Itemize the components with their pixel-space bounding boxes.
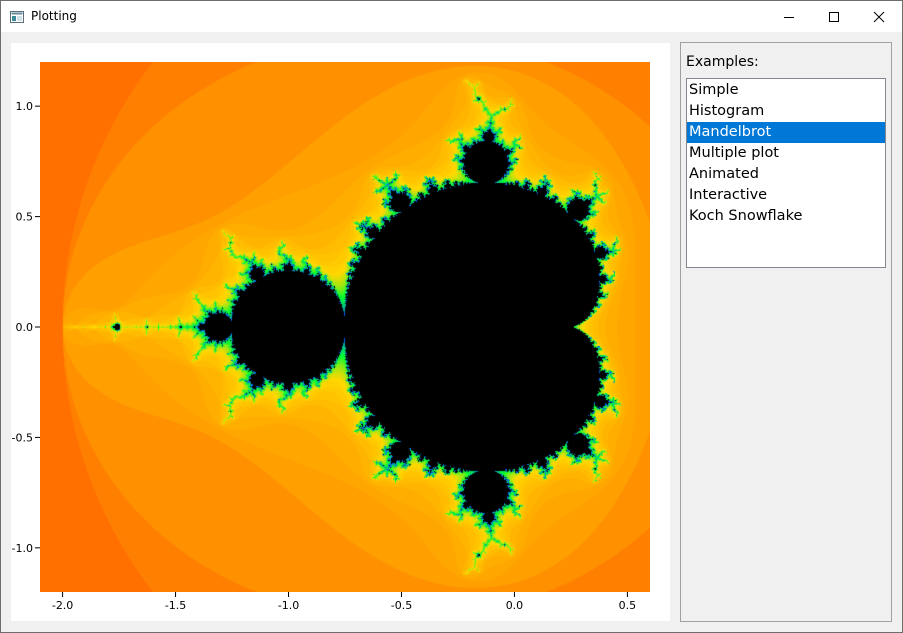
mandelbrot-chart: -2.0 -1.5 -1.0 -0.5 0.0 0.5 1.0 0.5 0.0 -0.5 -1.0 xyxy=(12,62,650,612)
list-item-simple[interactable]: Simple xyxy=(687,80,885,101)
maximize-button[interactable] xyxy=(811,1,857,32)
examples-list[interactable]: Simple Histogram Mandelbrot Multiple plo… xyxy=(686,78,886,268)
y-tick-label: 0.0 xyxy=(16,321,34,334)
x-tick-label: -2.0 xyxy=(52,599,73,612)
close-icon xyxy=(873,11,885,22)
list-item-interactive[interactable]: Interactive xyxy=(687,185,885,206)
app-window-icon xyxy=(10,10,24,23)
plot-area[interactable]: -2.0 -1.5 -1.0 -0.5 0.0 0.5 1.0 0.5 0.0 -0.5 -1.0 xyxy=(11,43,670,621)
list-item-multiple-plot[interactable]: Multiple plot xyxy=(687,143,885,164)
window-title: Plotting xyxy=(31,9,77,23)
x-tick-label: -1.0 xyxy=(278,599,299,612)
y-axis: 1.0 0.5 0.0 -0.5 -1.0 xyxy=(12,100,40,555)
y-tick-label: -0.5 xyxy=(12,431,33,444)
y-tick-label: 0.5 xyxy=(16,211,34,224)
title-bar[interactable]: Plotting xyxy=(1,1,902,32)
maximize-icon xyxy=(829,11,839,22)
minimize-icon xyxy=(784,16,794,18)
y-tick-label: 1.0 xyxy=(16,100,34,113)
examples-panel: Examples: Simple Histogram Mandelbrot Mu… xyxy=(680,42,892,622)
x-tick-label: 0.5 xyxy=(619,599,637,612)
list-item-koch-snowflake[interactable]: Koch Snowflake xyxy=(687,206,885,227)
x-tick-label: -1.5 xyxy=(165,599,186,612)
list-item-mandelbrot[interactable]: Mandelbrot xyxy=(687,122,885,143)
x-tick-label: -0.5 xyxy=(391,599,412,612)
x-tick-label: 0.0 xyxy=(506,599,524,612)
x-axis: -2.0 -1.5 -1.0 -0.5 0.0 0.5 xyxy=(52,592,636,612)
list-item-animated[interactable]: Animated xyxy=(687,164,885,185)
examples-label: Examples: xyxy=(686,54,759,70)
app-window: Plotting -2.0 -1.5 -1.0 -0.5 0.0 0.5 1.0 0.5 0.… xyxy=(0,0,903,633)
list-item-histogram[interactable]: Histogram xyxy=(687,101,885,122)
y-tick-label: -1.0 xyxy=(12,542,33,555)
close-button[interactable] xyxy=(856,1,902,32)
minimize-button[interactable] xyxy=(766,1,812,32)
fractal-heatmap xyxy=(40,62,650,592)
